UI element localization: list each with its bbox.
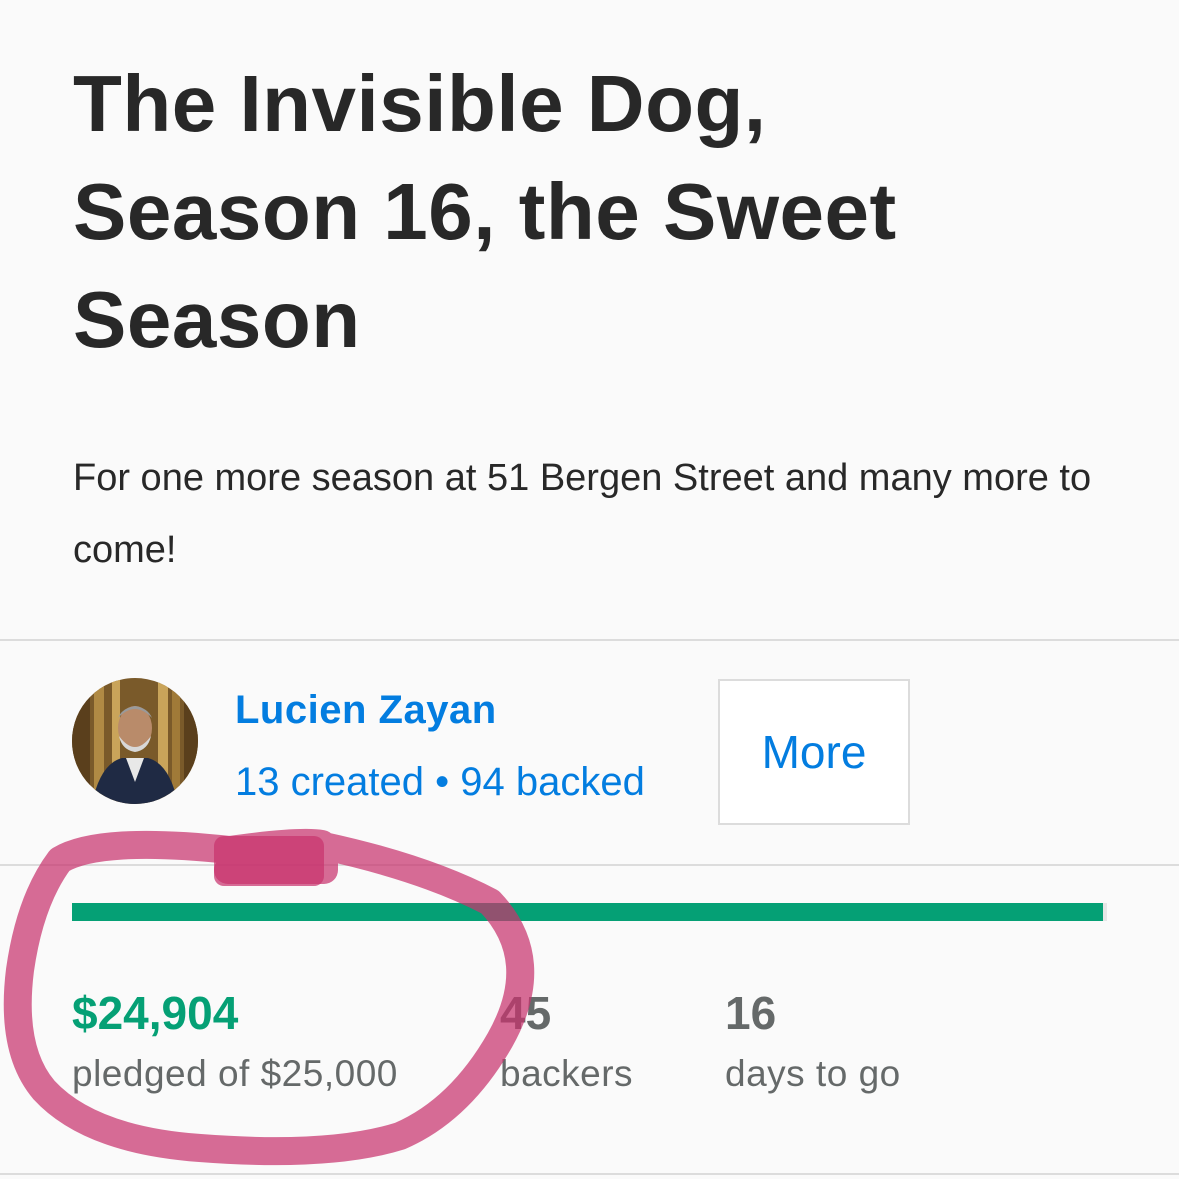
divider [0, 639, 1179, 641]
funding-progress-fill [72, 903, 1103, 921]
project-blurb: For one more season at 51 Bergen Street … [73, 457, 1092, 571]
backers-count: 45 [500, 987, 552, 1039]
creator-name-link[interactable]: Lucien Zayan [235, 688, 497, 733]
backed-count-link[interactable]: 94 backed [460, 760, 645, 804]
avatar-photo-icon [72, 678, 198, 804]
days-remaining: 16 [725, 987, 777, 1039]
creator-avatar[interactable] [72, 678, 198, 804]
creator-stats: 13 created • 94 backed [235, 760, 645, 805]
divider [0, 1173, 1179, 1175]
project-title: The Invisible Dog, Season 16, the Sweet … [73, 59, 897, 364]
pledged-goal-label: pledged of $25,000 [72, 1053, 398, 1094]
backers-label: backers [500, 1053, 634, 1094]
stats-separator: • [435, 760, 450, 804]
pledged-amount: $24,904 [72, 987, 239, 1039]
funding-progress-bar [72, 903, 1107, 921]
divider [0, 864, 1179, 866]
more-button[interactable]: More [718, 679, 910, 825]
created-count-link[interactable]: 13 created [235, 760, 424, 804]
days-remaining-label: days to go [725, 1053, 901, 1094]
